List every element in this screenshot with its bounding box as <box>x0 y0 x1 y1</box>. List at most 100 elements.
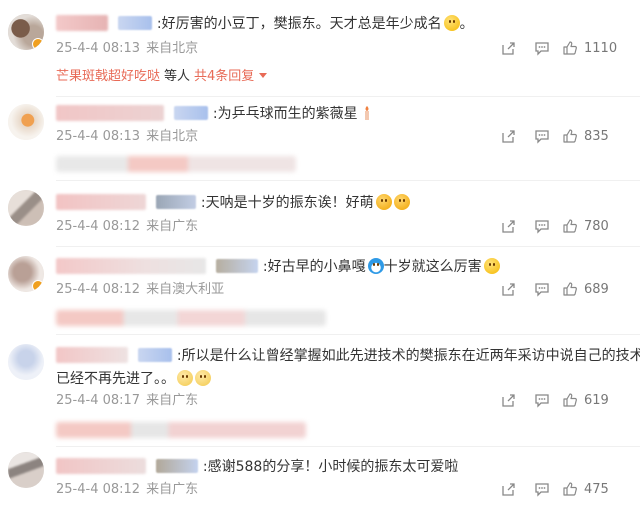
comment-meta: 25-4-4 08:17 来自广东 <box>56 392 198 410</box>
user-name-blurred[interactable] <box>56 458 146 474</box>
comment-line-2: 已经不再先进了。。 <box>56 369 626 389</box>
comment-line: :好厉害的小豆丁，樊振东。天才总是年少成名。 <box>56 14 626 34</box>
divider <box>56 180 640 181</box>
user-tag-blurred <box>118 16 153 30</box>
comment-line: :感谢588的分享！小时候的振东太可爱啦 <box>56 457 626 477</box>
avatar[interactable] <box>8 344 44 380</box>
divider <box>56 246 640 247</box>
comment-text: :为乒乓球而生的紫薇星 <box>212 106 358 122</box>
comment-actions: 689 <box>500 281 620 299</box>
like-count: 475 <box>584 482 609 497</box>
crying-emoji-icon <box>195 370 211 386</box>
verified-badge-icon <box>32 280 44 292</box>
sad-emoji-icon <box>177 370 193 386</box>
divider <box>56 446 640 447</box>
like-icon[interactable] <box>562 40 578 56</box>
comment-location: 来自广东 <box>146 219 199 234</box>
user-tag-blurred <box>174 106 209 120</box>
like-count: 1110 <box>584 41 618 56</box>
verified-badge-icon <box>32 38 44 50</box>
comment-date: 25-4-4 08:12 <box>56 219 141 234</box>
comment-date: 25-4-4 08:12 <box>56 282 141 297</box>
comment-location: 来自北京 <box>146 129 199 144</box>
comment-icon[interactable] <box>534 481 550 497</box>
comment-actions: 780 <box>500 218 620 236</box>
avatar[interactable] <box>8 452 44 488</box>
candle-emoji-icon <box>364 106 369 120</box>
user-name-blurred[interactable] <box>56 258 206 274</box>
user-name-blurred[interactable] <box>56 194 146 210</box>
like-icon[interactable] <box>562 392 578 408</box>
like-icon[interactable] <box>562 218 578 234</box>
comment-meta: 25-4-4 08:12 来自广东 <box>56 481 198 499</box>
reply-summary[interactable]: 芒果斑戟超好吃哒 等人 共4条回复 <box>56 68 268 86</box>
comment-icon[interactable] <box>534 128 550 144</box>
like-count: 835 <box>584 129 609 144</box>
user-name-blurred[interactable] <box>56 347 128 363</box>
avatar[interactable] <box>8 104 44 140</box>
doraemon-emoji-icon <box>367 258 384 274</box>
share-icon[interactable] <box>500 481 516 497</box>
reply-sep: 等人 <box>164 69 191 84</box>
user-name-blurred[interactable] <box>56 15 108 31</box>
comment-line: :所以是什么让曾经掌握如此先进技术的樊振东在近两年采访中说自己的技术 <box>56 346 640 366</box>
blurred-reply-summary[interactable] <box>56 156 296 172</box>
like-icon[interactable] <box>562 128 578 144</box>
comment-text-line2: 已经不再先进了。。 <box>56 371 175 387</box>
comment-meta: 25-4-4 08:13 来自北京 <box>56 128 198 146</box>
comment-line: :好古早的小鼻嘎 十岁就这么厉害 <box>56 257 626 277</box>
comment-date: 25-4-4 08:13 <box>56 41 141 56</box>
comment-meta: 25-4-4 08:13 来自北京 <box>56 40 198 58</box>
comment-location: 来自澳大利亚 <box>146 282 225 297</box>
like-icon[interactable] <box>562 281 578 297</box>
comment-icon[interactable] <box>534 40 550 56</box>
user-tag-blurred <box>156 459 199 473</box>
comment-location: 来自北京 <box>146 41 199 56</box>
comment-actions: 475 <box>500 481 620 499</box>
user-tag-blurred <box>216 259 259 273</box>
share-icon[interactable] <box>500 392 516 408</box>
comment-date: 25-4-4 08:12 <box>56 482 141 497</box>
blurred-reply-summary[interactable] <box>56 310 326 326</box>
avatar[interactable] <box>8 256 44 292</box>
share-icon[interactable] <box>500 218 516 234</box>
avatar[interactable] <box>8 14 44 50</box>
comment-text: :好厉害的小豆丁，樊振东。天才总是年少成名 <box>156 16 442 32</box>
comment-location: 来自广东 <box>146 482 199 497</box>
comment-meta: 25-4-4 08:12 来自广东 <box>56 218 198 236</box>
comment-line: :为乒乓球而生的紫薇星 <box>56 104 626 124</box>
like-count: 689 <box>584 282 609 297</box>
user-tag-blurred <box>156 195 197 209</box>
comment-text-part2: 十岁就这么厉害 <box>383 259 482 275</box>
comment-icon[interactable] <box>534 281 550 297</box>
comment-icon[interactable] <box>534 392 550 408</box>
drool-emoji-icon <box>393 194 410 210</box>
comment-text: :所以是什么让曾经掌握如此先进技术的樊振东在近两年采访中说自己的技术 <box>176 348 640 364</box>
comment-text: :好古早的小鼻嘎 <box>262 259 366 275</box>
share-icon[interactable] <box>500 40 516 56</box>
reply-user-name[interactable]: 芒果斑戟超好吃哒 <box>56 69 160 84</box>
comment-date: 25-4-4 08:17 <box>56 393 141 408</box>
comment-icon[interactable] <box>534 218 550 234</box>
smile-emoji-icon <box>483 258 500 274</box>
comment-actions: 1110 <box>500 40 620 58</box>
like-icon[interactable] <box>562 481 578 497</box>
divider <box>56 96 640 97</box>
comment-text: :天呐是十岁的振东诶！好萌 <box>200 195 374 211</box>
user-name-blurred[interactable] <box>56 105 164 121</box>
user-tag-blurred <box>138 348 173 362</box>
share-icon[interactable] <box>500 281 516 297</box>
comment-text: :感谢588的分享！小时候的振东太可爱啦 <box>202 459 459 475</box>
smile-emoji-icon <box>443 15 460 31</box>
comment-meta: 25-4-4 08:12 来自澳大利亚 <box>56 281 224 299</box>
drool-emoji-icon <box>375 194 392 210</box>
share-icon[interactable] <box>500 128 516 144</box>
blurred-reply-summary[interactable] <box>56 422 306 438</box>
comment-actions: 835 <box>500 128 620 146</box>
reply-more-link[interactable]: 共4条回复 <box>194 69 254 84</box>
chevron-down-icon[interactable] <box>258 72 268 80</box>
divider <box>56 334 640 335</box>
like-count: 780 <box>584 219 609 234</box>
avatar[interactable] <box>8 190 44 226</box>
like-count: 619 <box>584 393 609 408</box>
